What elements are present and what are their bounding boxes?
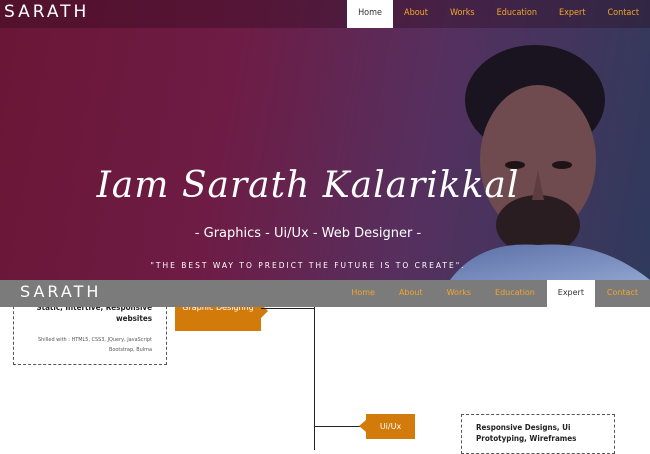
sticky-nav-works[interactable]: Works <box>435 280 483 307</box>
hero-quote: "THE BEST WAY TO PREDICT THE FUTURE IS T… <box>0 261 616 270</box>
main-nav: Home About Works Education Expert Contac… <box>347 0 650 28</box>
site-logo[interactable]: SARATH <box>4 2 89 22</box>
tag-arrow-left <box>359 420 366 432</box>
sticky-navbar: SARATH Home About Works Education Expert… <box>0 280 650 307</box>
sticky-nav-home[interactable]: Home <box>339 280 387 307</box>
top-navbar: SARATH Home About Works Education Expert… <box>0 0 650 28</box>
expert-card-uiux-title: Responsive Designs, Ui Prototyping, Wire… <box>476 422 610 444</box>
tag-uiux: Ui/Ux <box>366 414 415 439</box>
profile-portrait-image <box>440 30 650 280</box>
nav-expert[interactable]: Expert <box>548 0 597 28</box>
hero-section: SARATH Home About Works Education Expert… <box>0 0 650 280</box>
sticky-nav-about[interactable]: About <box>387 280 435 307</box>
sticky-nav-expert[interactable]: Expert <box>547 280 595 307</box>
expert-card-web-description: Shilled with : HTML5, CSS3, JQuery, Java… <box>20 335 152 355</box>
nav-contact[interactable]: Contact <box>597 0 650 28</box>
nav-home[interactable]: Home <box>347 0 393 28</box>
timeline-connector <box>261 308 314 309</box>
nav-education[interactable]: Education <box>486 0 548 28</box>
hero-role-subtitle: - Graphics - Ui/Ux - Web Designer - <box>0 226 616 241</box>
sticky-nav-contact[interactable]: Contact <box>595 280 650 307</box>
sticky-logo[interactable]: SARATH <box>20 282 101 301</box>
nav-works[interactable]: Works <box>439 0 486 28</box>
sticky-nav: Home About Works Education Expert Contac… <box>339 280 650 307</box>
tag-uiux-label: Ui/Ux <box>380 422 401 431</box>
expert-card-uiux: Responsive Designs, Ui Prototyping, Wire… <box>461 414 615 454</box>
sticky-nav-education[interactable]: Education <box>483 280 547 307</box>
nav-about[interactable]: About <box>393 0 439 28</box>
hero-name-heading: Iam Sarath Kalarikkal <box>0 165 616 206</box>
